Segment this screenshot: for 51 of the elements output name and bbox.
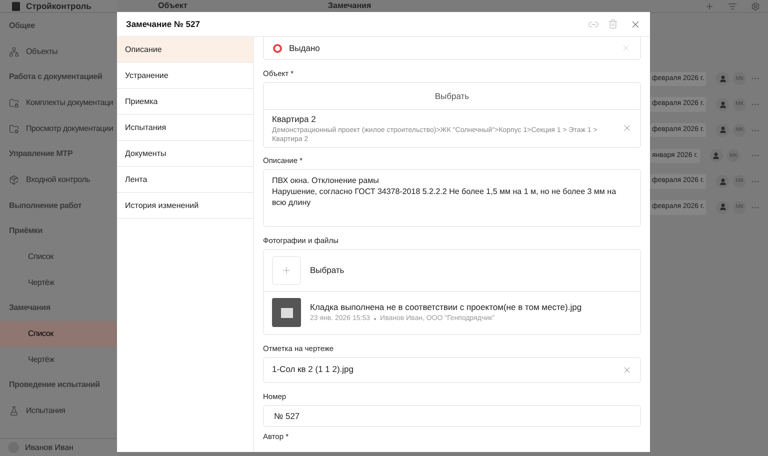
sidebar-section-title: Работа с документацией bbox=[9, 71, 102, 84]
person-icon bbox=[716, 98, 730, 112]
user-name[interactable]: Иванов Иван bbox=[25, 442, 74, 454]
sidebar-section-title: Общее bbox=[9, 20, 35, 32]
file-name[interactable]: Кладка выполнена не в соответствии с проектом(не в том месте).jpg bbox=[310, 301, 582, 314]
select-files-button[interactable]: Выбрать bbox=[310, 264, 344, 276]
person-icon bbox=[710, 149, 723, 162]
column-header: Замечания bbox=[328, 0, 372, 12]
sidebar-section-title: Управление МТР bbox=[9, 148, 73, 160]
close-icon[interactable] bbox=[630, 18, 641, 30]
folder-icon bbox=[9, 124, 19, 134]
network-icon bbox=[9, 46, 19, 57]
trash-icon[interactable] bbox=[608, 19, 618, 29]
clear-icon[interactable] bbox=[622, 123, 632, 134]
sidebar-item[interactable]: Испытания bbox=[0, 398, 117, 424]
flask-icon bbox=[9, 406, 19, 416]
sidebar-item[interactable]: Входной контроль bbox=[0, 167, 117, 193]
person-icon bbox=[716, 200, 730, 214]
filter-icon[interactable] bbox=[728, 2, 737, 10]
person-icon bbox=[716, 175, 730, 188]
sidebar-item[interactable]: Просмотр документации bbox=[0, 116, 117, 142]
column-header: Объект bbox=[158, 0, 188, 12]
app-title: Стройконтроль bbox=[26, 0, 92, 12]
add-icon[interactable] bbox=[705, 2, 714, 10]
number-field[interactable]: № 527 bbox=[263, 404, 641, 427]
photo-placeholder[interactable] bbox=[272, 298, 301, 328]
box-icon bbox=[9, 174, 19, 185]
folder-icon bbox=[9, 98, 19, 108]
sidebar-section-title: Замечания bbox=[9, 302, 50, 314]
drawing-mark-field[interactable]: 1-Сол кв 2 (1 1 2).jpg bbox=[263, 356, 641, 383]
sidebar-section-title: Проведение испытаний bbox=[9, 379, 100, 392]
sidebar-item[interactable]: Список bbox=[0, 244, 117, 270]
sidebar-item[interactable]: Чертёж bbox=[0, 346, 117, 373]
dialog-title: Замечание № 527 bbox=[126, 18, 200, 30]
object-name: Квартира 2 bbox=[272, 112, 317, 126]
settings-icon[interactable] bbox=[751, 2, 760, 10]
sidebar-section-title: Приёмки bbox=[9, 225, 42, 238]
person-icon bbox=[716, 72, 730, 86]
status-value: Выдано bbox=[289, 42, 320, 54]
sidebar-item[interactable]: Список bbox=[0, 321, 117, 347]
add-file-icon[interactable] bbox=[272, 256, 301, 285]
person-icon bbox=[716, 124, 730, 137]
select-button[interactable]: Выбрать bbox=[264, 84, 640, 110]
sidebar-section-title: Выполнение работ bbox=[9, 200, 82, 212]
clear-icon[interactable] bbox=[622, 364, 632, 375]
sidebar-item[interactable]: Объекты bbox=[0, 38, 117, 64]
description-textarea[interactable]: ПВХ окна. Отклонение рамы Нарушение, согласно ГОСТ 34378-2018 5.2.2.2 Не более 1,5 мм на 1 м, но не более 3 мм на всю длину bbox=[263, 168, 641, 227]
sidebar-item[interactable]: Чертёж bbox=[0, 270, 117, 296]
sidebar-item[interactable]: Комплекты документаци bbox=[0, 90, 117, 116]
logo-icon bbox=[12, 2, 20, 10]
nav-tab[interactable]: Описание bbox=[117, 37, 253, 63]
